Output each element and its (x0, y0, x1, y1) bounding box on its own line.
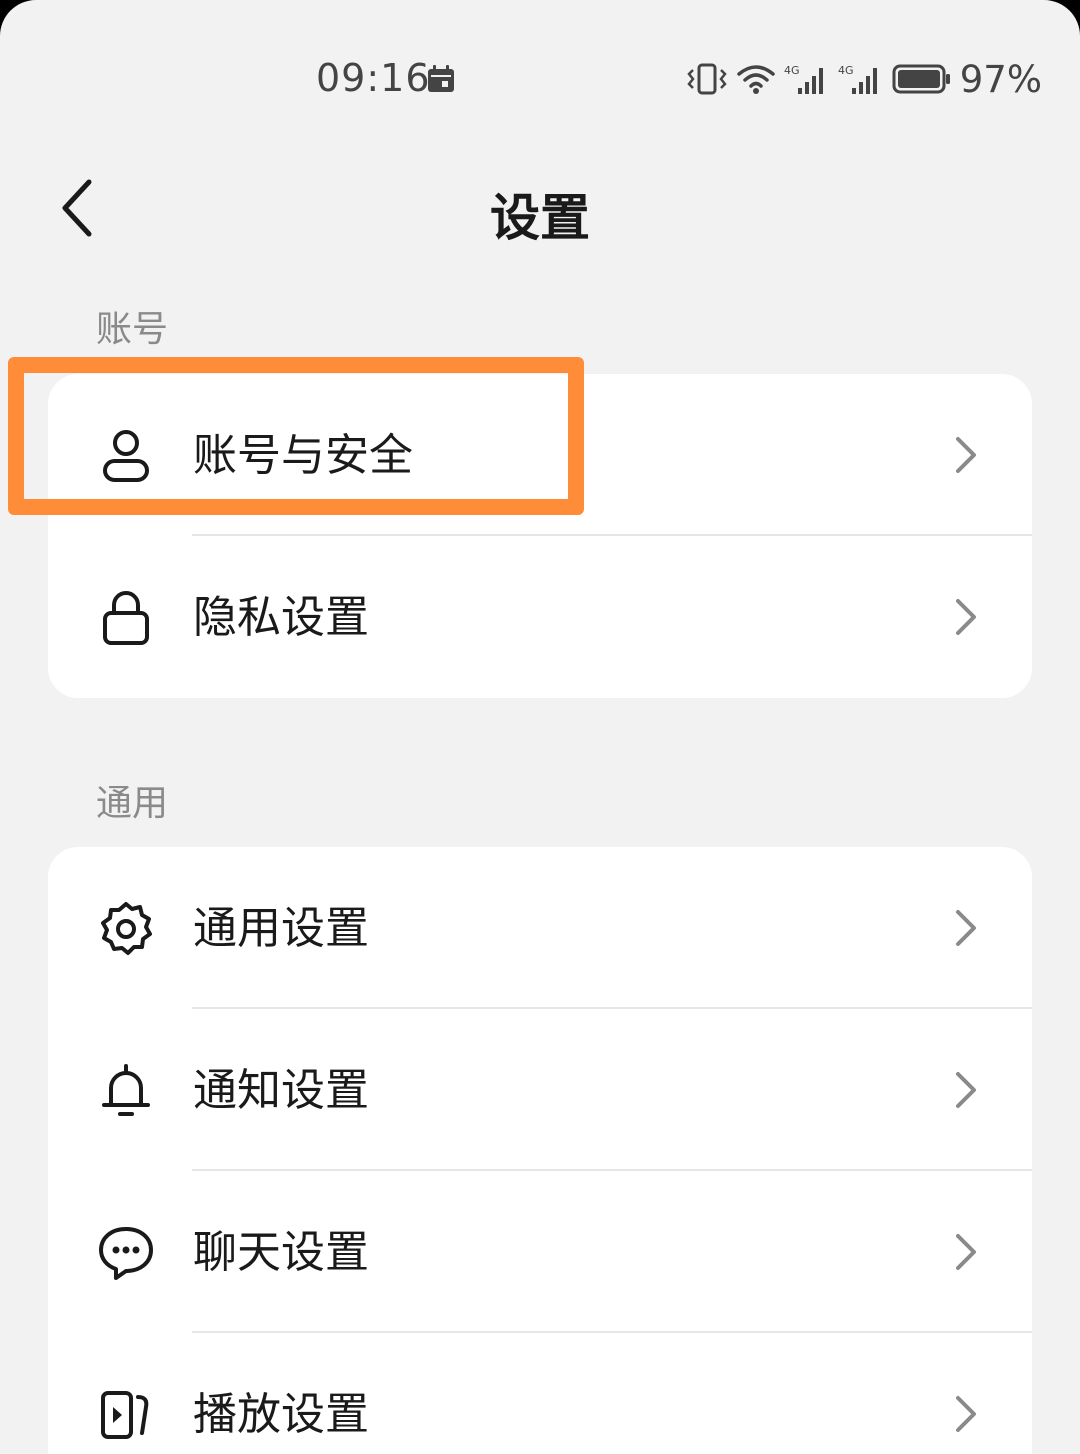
list-item-label: 通用设置 (193, 903, 369, 954)
list-item-label: 聊天设置 (193, 1227, 369, 1278)
list-item-chat-settings[interactable]: 聊天设置 (48, 1171, 1032, 1333)
section-label-account: 账号 (96, 309, 169, 350)
play-icon (96, 1385, 156, 1445)
chevron-right-icon (956, 437, 976, 473)
section-label-general: 通用 (96, 783, 169, 824)
status-bar: 09:16 4G 4G 97% (0, 0, 1080, 150)
cellular-signal-1-icon: 4G (784, 64, 823, 94)
chat-bubble-icon (96, 1223, 156, 1283)
list-item-playback-settings[interactable]: 播放设置 (48, 1333, 1032, 1454)
list-item-label: 播放设置 (193, 1389, 369, 1440)
battery-percent: 97% (959, 57, 1042, 101)
chevron-right-icon (956, 910, 976, 946)
general-card: 通用设置 通知设置 聊天设置 播放设置 (48, 847, 1032, 1454)
vibrate-icon (687, 63, 727, 95)
lock-icon (96, 588, 156, 648)
settings-screen: 09:16 4G 4G 97% 设置 账号 账号与安全 隐私设置 通用 通用设置… (0, 0, 1080, 1454)
wifi-icon (737, 65, 775, 94)
list-item-general-settings[interactable]: 通用设置 (48, 847, 1032, 1009)
chevron-right-icon (956, 1072, 976, 1108)
list-item-account-security[interactable]: 账号与安全 (48, 374, 1032, 536)
page-title: 设置 (490, 189, 590, 247)
network-2-label: 4G (838, 64, 854, 77)
network-1-label: 4G (784, 64, 800, 77)
person-icon (96, 426, 156, 486)
calendar-icon (428, 65, 454, 92)
battery-icon (892, 64, 950, 94)
chevron-right-icon (956, 599, 976, 635)
cellular-signal-2-icon: 4G (838, 64, 877, 94)
chevron-right-icon (956, 1396, 976, 1432)
list-item-notification-settings[interactable]: 通知设置 (48, 1009, 1032, 1171)
gear-icon (96, 899, 156, 959)
list-item-privacy[interactable]: 隐私设置 (48, 536, 1032, 698)
status-indicators: 4G 4G 97% (686, 56, 1042, 102)
list-item-label: 通知设置 (193, 1065, 369, 1116)
bell-icon (96, 1061, 156, 1121)
chevron-right-icon (956, 1234, 976, 1270)
status-time: 09:16 (316, 56, 431, 100)
list-item-label: 账号与安全 (193, 430, 413, 481)
account-card: 账号与安全 隐私设置 (48, 374, 1032, 698)
list-item-label: 隐私设置 (193, 592, 369, 643)
